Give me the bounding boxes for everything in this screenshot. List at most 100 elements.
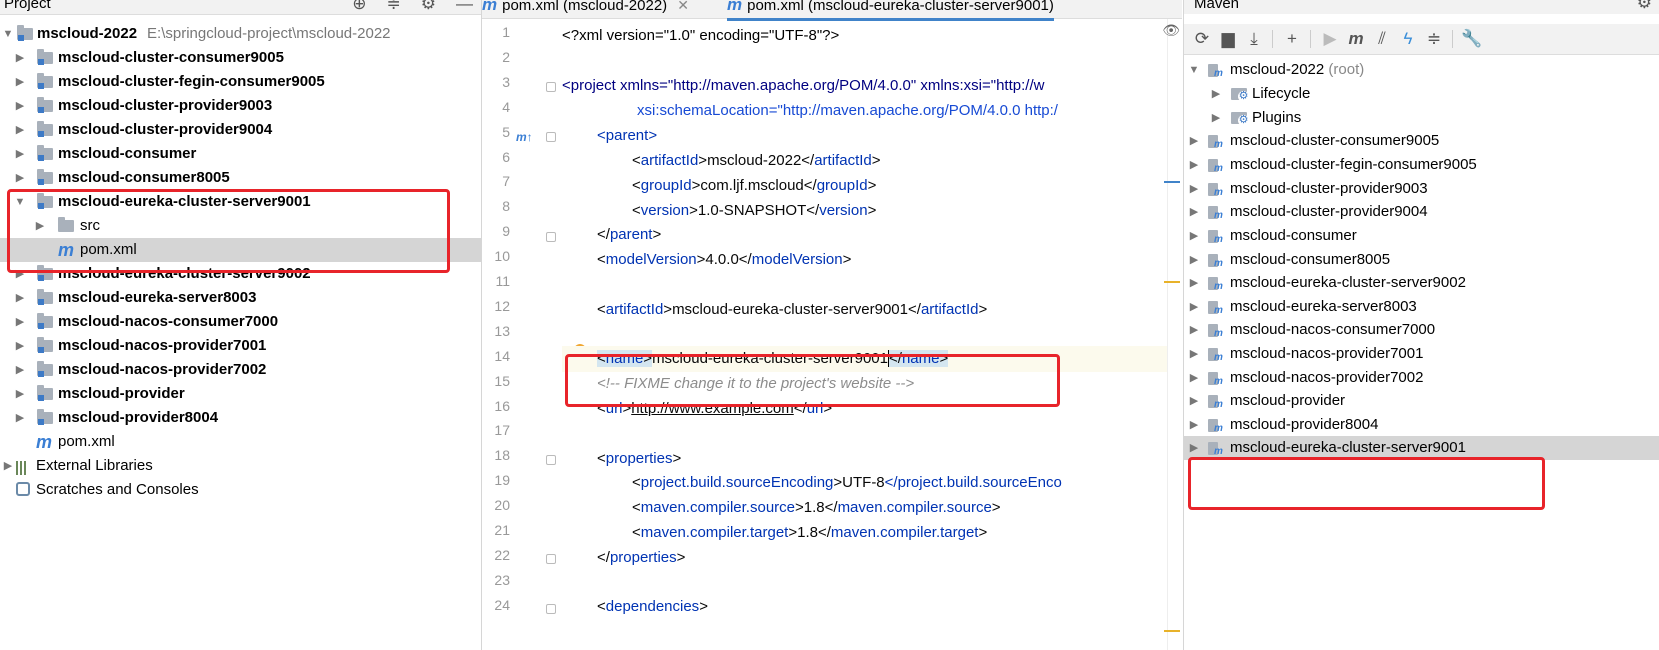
expanded-arrow-icon[interactable]: ▼ (2, 22, 14, 46)
code-line-4[interactable]: xsi:schemaLocation="http://maven.apache.… (637, 98, 1058, 124)
code-line-3[interactable]: <project xmlns="http://maven.apache.org/… (562, 73, 1044, 99)
code-line-1[interactable]: <?xml version="1.0" encoding="UTF-8"?> (562, 23, 839, 49)
collapsed-arrow-icon[interactable]: ▶ (1188, 153, 1200, 177)
run-icon[interactable]: ▶ (1318, 27, 1342, 51)
collapsed-arrow-icon[interactable]: ▶ (1210, 106, 1222, 130)
maven-item[interactable]: ▶ mscloud-consumer8005 (1184, 248, 1659, 276)
collapsed-arrow-icon[interactable]: ▶ (14, 310, 26, 334)
maven-item[interactable]: ▶ mscloud-provider (1184, 389, 1659, 417)
skip-tests-icon[interactable]: ϟ (1396, 27, 1420, 51)
navigate-parent-icon[interactable]: m↑ (516, 130, 533, 144)
collapsed-arrow-icon[interactable]: ▶ (1188, 413, 1200, 437)
code-line-7[interactable]: <groupId>com.ljf.mscloud</groupId> (632, 173, 876, 199)
tree-item-external-libraries[interactable]: ▶ External Libraries (0, 454, 481, 478)
fold-marker-icon[interactable] (546, 554, 556, 564)
eye-icon[interactable]: 👁 (1162, 22, 1180, 39)
tab-pom-eureka-9001[interactable]: m pom.xml (mscloud-eureka-cluster-server9… (727, 0, 1054, 21)
tree-item-scratches[interactable]: Scratches and Consoles (0, 478, 481, 502)
maven-item[interactable]: ▶ mscloud-nacos-consumer7000 (1184, 318, 1659, 346)
maven-item[interactable]: ▶ mscloud-consumer (1184, 224, 1659, 252)
code-line-21[interactable]: <maven.compiler.target>1.8</maven.compil… (632, 520, 987, 546)
code-line-20[interactable]: <maven.compiler.source>1.8</maven.compil… (632, 495, 1001, 521)
code-line-9[interactable]: </parent> (597, 222, 661, 248)
close-icon[interactable]: ✕ (677, 0, 689, 13)
fold-marker-icon[interactable] (546, 132, 556, 142)
collapsed-arrow-icon[interactable]: ▶ (14, 358, 26, 382)
code-line-6[interactable]: <artifactId>mscloud-2022</artifactId> (632, 148, 881, 174)
collapsed-arrow-icon[interactable]: ▶ (14, 166, 26, 190)
minimize-icon[interactable]: — (456, 0, 473, 14)
maven-item[interactable]: ▶ mscloud-cluster-fegin-consumer9005 (1184, 153, 1659, 181)
tree-item[interactable]: ▶ mscloud-cluster-consumer9005 (0, 46, 481, 70)
maven-plugins[interactable]: ▶ Plugins (1184, 106, 1659, 130)
tab-pom-root[interactable]: m pom.xml (mscloud-2022) ✕ (482, 0, 689, 18)
collapsed-arrow-icon[interactable]: ▶ (1188, 342, 1200, 366)
tree-item[interactable]: ▶ mscloud-eureka-server8003 (0, 286, 481, 310)
collapsed-arrow-icon[interactable]: ▶ (14, 94, 26, 118)
maven-item[interactable]: ▶ mscloud-eureka-server8003 (1184, 295, 1659, 323)
tree-item[interactable]: ▶ mscloud-provider8004 (0, 406, 481, 430)
add-icon[interactable]: + (1280, 27, 1304, 51)
collapsed-arrow-icon[interactable]: ▶ (1188, 224, 1200, 248)
tree-item[interactable]: ▶ mscloud-nacos-provider7001 (0, 334, 481, 358)
maven-item[interactable]: ▶ mscloud-cluster-consumer9005 (1184, 129, 1659, 157)
code-line-22[interactable]: </properties> (597, 545, 685, 571)
code-line-19[interactable]: <project.build.sourceEncoding>UTF-8</pro… (632, 470, 1062, 496)
code-line-24[interactable]: <dependencies> (597, 594, 708, 620)
collapsed-arrow-icon[interactable]: ▶ (14, 286, 26, 310)
collapsed-arrow-icon[interactable]: ▶ (1188, 200, 1200, 224)
tree-item[interactable]: ▶ mscloud-cluster-provider9004 (0, 118, 481, 142)
reimport-folder-icon[interactable]: ▆ (1216, 27, 1240, 51)
collapsed-arrow-icon[interactable]: ▶ (14, 118, 26, 142)
code-line-8[interactable]: <version>1.0-SNAPSHOT</version> (632, 198, 876, 224)
collapsed-arrow-icon[interactable]: ▶ (1188, 389, 1200, 413)
wrench-icon[interactable]: 🔧 (1460, 27, 1484, 51)
tree-item[interactable]: ▶ mscloud-nacos-provider7002 (0, 358, 481, 382)
collapsed-arrow-icon[interactable]: ▶ (14, 406, 26, 430)
gear-icon[interactable]: ⚙ (1637, 0, 1652, 13)
expanded-arrow-icon[interactable]: ▼ (1188, 58, 1200, 82)
fold-marker-icon[interactable] (546, 455, 556, 465)
code-line-10[interactable]: <modelVersion>4.0.0</modelVersion> (597, 247, 851, 273)
collapsed-arrow-icon[interactable]: ▶ (14, 46, 26, 70)
fold-marker-icon[interactable] (546, 604, 556, 614)
maven-item[interactable]: ▶ mscloud-nacos-provider7001 (1184, 342, 1659, 370)
tree-item[interactable]: ▶ mscloud-cluster-provider9003 (0, 94, 481, 118)
collapsed-arrow-icon[interactable]: ▶ (14, 334, 26, 358)
download-icon[interactable]: ⤓ (1242, 27, 1266, 51)
locate-icon[interactable]: ⊕ (352, 0, 366, 14)
tree-item[interactable]: ▶ mscloud-provider (0, 382, 481, 406)
execute-goal-icon[interactable]: m (1344, 27, 1368, 51)
collapsed-arrow-icon[interactable]: ▶ (1188, 271, 1200, 295)
collapse-all-icon[interactable]: ≑ (1422, 27, 1446, 51)
maven-item[interactable]: ▶ mscloud-cluster-provider9004 (1184, 200, 1659, 228)
collapsed-arrow-icon[interactable]: ▶ (14, 382, 26, 406)
maven-item[interactable]: ▶ mscloud-provider8004 (1184, 413, 1659, 441)
reload-icon[interactable]: ⟳ (1190, 27, 1214, 51)
editor-scrollbar[interactable] (1164, 19, 1182, 650)
maven-panel-title[interactable]: Maven (1194, 0, 1239, 12)
gear-icon[interactable]: ⚙ (421, 0, 436, 14)
fold-marker-icon[interactable] (546, 232, 556, 242)
maven-item[interactable]: ▶ mscloud-nacos-provider7002 (1184, 366, 1659, 394)
fold-marker-icon[interactable] (546, 82, 556, 92)
tree-root[interactable]: ▼ mscloud-2022 E:\springcloud-project\msc… (0, 22, 481, 46)
tree-item[interactable]: ▶ mscloud-nacos-consumer7000 (0, 310, 481, 334)
collapsed-arrow-icon[interactable]: ▶ (1188, 318, 1200, 342)
collapsed-arrow-icon[interactable]: ▶ (1188, 177, 1200, 201)
tree-item[interactable]: ▶ mscloud-consumer8005 (0, 166, 481, 190)
collapsed-arrow-icon[interactable]: ▶ (14, 142, 26, 166)
tree-item[interactable]: ▶ mscloud-consumer (0, 142, 481, 166)
maven-lifecycle[interactable]: ▶ Lifecycle (1184, 82, 1659, 106)
code-line-18[interactable]: <properties> (597, 446, 681, 472)
collapsed-arrow-icon[interactable]: ▶ (1210, 82, 1222, 106)
collapsed-arrow-icon[interactable]: ▶ (2, 454, 14, 478)
collapsed-arrow-icon[interactable]: ▶ (1188, 366, 1200, 390)
maven-root[interactable]: ▼ mscloud-2022 (root) (1184, 58, 1659, 86)
tree-item[interactable]: ▶ mscloud-cluster-fegin-consumer9005 (0, 70, 481, 94)
code-line-5[interactable]: <parent> (597, 123, 657, 149)
collapse-all-icon[interactable]: ≑ (387, 0, 401, 14)
collapsed-arrow-icon[interactable]: ▶ (1188, 129, 1200, 153)
toggle-offline-icon[interactable]: ⫽ (1370, 27, 1394, 51)
code-line-12[interactable]: <artifactId>mscloud-eureka-cluster-serve… (597, 297, 987, 323)
